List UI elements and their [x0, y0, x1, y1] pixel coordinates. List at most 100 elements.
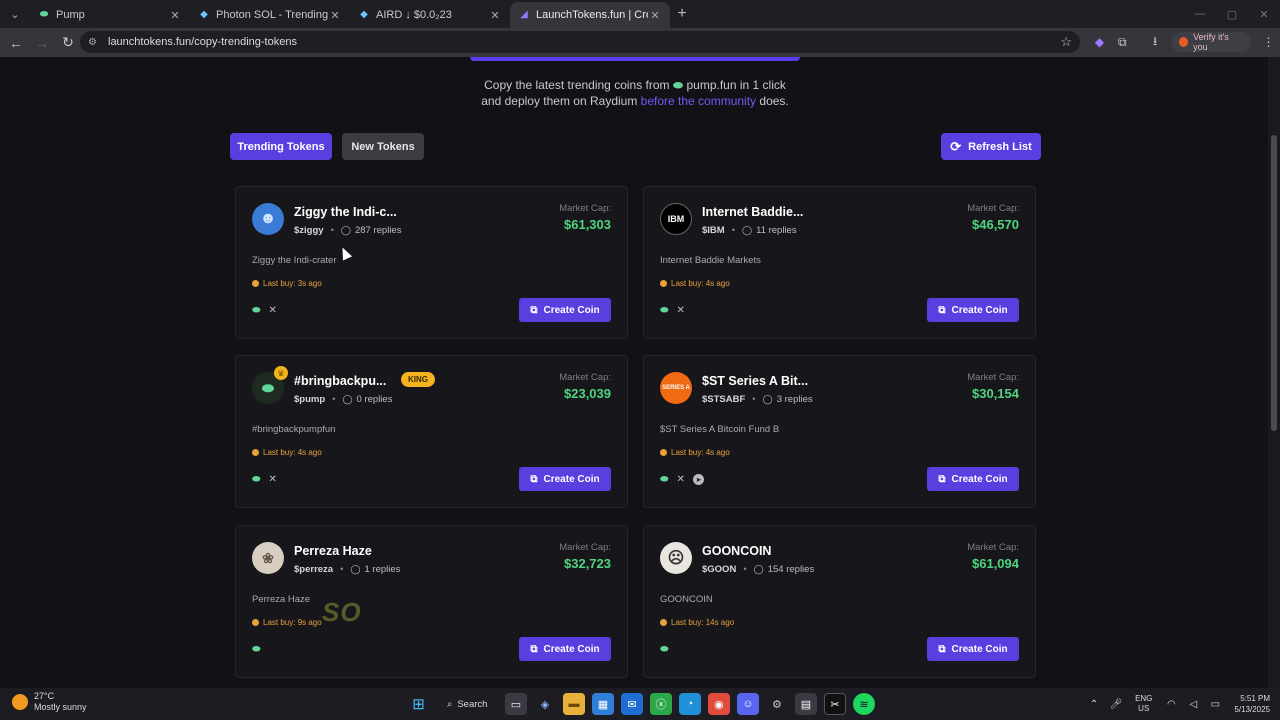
chrome-icon[interactable]: ◉ [707, 693, 730, 715]
social-links: ⬬ ✕ [660, 305, 693, 316]
create-coin-label: Create Coin [951, 304, 1008, 316]
pumpfun-link-icon[interactable]: ⬬ [660, 305, 669, 316]
create-coin-button[interactable]: ⧉ Create Coin [519, 298, 611, 322]
token-symbol: $STSABF [702, 394, 746, 405]
wifi-icon[interactable]: ◠ [1162, 699, 1180, 710]
copy-icon: ⧉ [938, 643, 946, 655]
close-tab-icon[interactable]: ✕ [168, 9, 182, 22]
telegram-icon[interactable]: ➤ [692, 474, 704, 485]
tab-title: LaunchTokens.fun | Create Sola [536, 9, 648, 21]
ibm-avatar: IBM [660, 203, 692, 235]
battery-icon[interactable]: ▭ [1206, 699, 1224, 710]
token-symbol: $perreza [294, 564, 334, 575]
extension-icon[interactable]: ◆ [1088, 31, 1111, 53]
subtitle-link[interactable]: before the community [641, 94, 756, 108]
token-name[interactable]: #bringbackpu... [294, 374, 386, 388]
settings-icon[interactable]: ⚙ [766, 693, 788, 715]
x-twitter-icon[interactable]: ✕ [677, 305, 685, 316]
system-clock[interactable]: 5:51 PM 5/13/2025 [1234, 693, 1270, 715]
extensions-puzzle-icon[interactable]: ⧉ [1111, 31, 1134, 53]
tab-search-menu-icon[interactable]: ⌄ [4, 4, 26, 24]
close-tab-icon[interactable]: ✕ [328, 9, 342, 22]
discord-icon[interactable]: ☺ [736, 693, 759, 715]
weather-widget[interactable]: 27°C Mostly sunny [12, 691, 87, 713]
create-coin-button[interactable]: ⧉ Create Coin [519, 637, 611, 661]
edge-icon[interactable]: ◔ [678, 693, 701, 715]
menu-kebab-icon[interactable]: ⋮ [1257, 31, 1280, 53]
subtitle-line-2: and deploy them on Raydium before the co… [0, 93, 1270, 109]
token-card[interactable]: SERIES A $ST Series A Bit... $STSABF • ◯ 3 re… [643, 355, 1036, 508]
address-bar[interactable]: ⚙ launchtokens.fun/copy-trending-tokens … [80, 31, 1080, 53]
token-card[interactable]: ☹ GOONCOIN $GOON • ◯ 154 replies GOONCOIN Last … [643, 525, 1036, 678]
browser-tab-aird[interactable]: ◆ AIRD ↓ $0.0₂23 ✕ [350, 2, 510, 28]
pumpfun-link-icon[interactable]: ⬬ [252, 474, 261, 485]
refresh-list-button[interactable]: ⟳ Refresh List [941, 133, 1041, 160]
close-tab-icon[interactable]: ✕ [648, 9, 662, 22]
token-name[interactable]: Internet Baddie... [702, 205, 803, 219]
copy-icon: ⧉ [530, 473, 538, 485]
reload-icon[interactable]: ↻ [56, 31, 80, 55]
taskbar-search[interactable]: ⌕ Search [437, 693, 497, 715]
back-icon[interactable]: ← [4, 31, 28, 55]
token-name[interactable]: GOONCOIN [702, 544, 771, 558]
clock-icon [252, 449, 259, 456]
forward-icon[interactable]: → [30, 31, 54, 55]
create-coin-label: Create Coin [951, 473, 1008, 485]
create-coin-button[interactable]: ⧉ Create Coin [927, 298, 1019, 322]
create-coin-button[interactable]: ⧉ Create Coin [927, 467, 1019, 491]
create-coin-button[interactable]: ⧉ Create Coin [927, 637, 1019, 661]
windows-taskbar: 27°C Mostly sunny ⊞ ⌕ Search ▭ ◈ ▬ ▦ ✉ ⓧ… [0, 688, 1280, 720]
site-info-icon[interactable]: ⚙ [88, 37, 102, 48]
token-meta: $STSABF • ◯ 3 replies [702, 394, 813, 405]
chevron-up-icon[interactable]: ⌃ [1085, 699, 1103, 710]
pumpfun-link-icon[interactable]: ⬬ [660, 644, 669, 655]
token-name[interactable]: Ziggy the Indi-c... [294, 205, 397, 219]
capcut-icon[interactable]: ✂ [823, 693, 846, 715]
market-cap-label: Market Cap: [559, 372, 611, 383]
comment-icon: ◯ [762, 394, 773, 404]
maximize-icon[interactable]: ▢ [1216, 0, 1248, 28]
language-indicator[interactable]: ENG US [1135, 694, 1152, 714]
create-coin-button[interactable]: ⧉ Create Coin [519, 467, 611, 491]
subtitle-text: pump.fun in 1 click [686, 78, 786, 92]
browser-tab-photon[interactable]: ◆ Photon SOL - Trending ✕ [190, 2, 350, 28]
page-scrollbar[interactable] [1268, 57, 1280, 688]
token-name[interactable]: $ST Series A Bit... [702, 374, 808, 388]
x-twitter-icon[interactable]: ✕ [269, 474, 277, 485]
file-explorer-icon[interactable]: ▬ [562, 693, 585, 715]
new-tab-icon[interactable]: + [670, 2, 694, 26]
microphone-icon[interactable]: 🎤︎ [1107, 699, 1125, 710]
close-tab-icon[interactable]: ✕ [488, 9, 502, 22]
close-window-icon[interactable]: ✕ [1248, 0, 1280, 28]
token-card[interactable]: ☻ Ziggy the Indi-c... $ziggy • ◯ 287 replies Z… [235, 186, 628, 339]
profile-verify-button[interactable]: Verify it's you [1170, 32, 1252, 52]
tab-new-tokens[interactable]: New Tokens [342, 133, 424, 160]
xbox-icon[interactable]: ⓧ [649, 693, 672, 715]
calculator-icon[interactable]: ▤ [794, 693, 817, 715]
bookmark-star-icon[interactable]: ☆ [1060, 34, 1072, 50]
minimize-icon[interactable]: — [1184, 0, 1216, 28]
volume-icon[interactable]: ◁ [1184, 699, 1202, 710]
token-replies: 154 replies [767, 564, 815, 575]
copilot-icon[interactable]: ◈ [534, 693, 556, 715]
task-view-icon[interactable]: ▭ [504, 693, 527, 715]
store-icon[interactable]: ▦ [591, 693, 614, 715]
pumpfun-link-icon[interactable]: ⬬ [660, 474, 669, 485]
browser-tab-pump[interactable]: ⬬ Pump ✕ [30, 2, 190, 28]
pumpfun-link-icon[interactable]: ⬬ [252, 305, 261, 316]
x-twitter-icon[interactable]: ✕ [269, 305, 277, 316]
browser-tab-launchtokens[interactable]: ◢ LaunchTokens.fun | Create Sola ✕ [510, 2, 670, 28]
pumpfun-link-icon[interactable]: ⬬ [252, 644, 261, 655]
windows-start-icon[interactable]: ⊞ [408, 693, 430, 715]
token-name[interactable]: Perreza Haze [294, 544, 372, 558]
token-card[interactable]: ❀ Perreza Haze $perreza • ◯ 1 replies Perreza … [235, 525, 628, 678]
x-twitter-icon[interactable]: ✕ [677, 474, 685, 485]
mail-icon[interactable]: ✉ [620, 693, 643, 715]
token-card[interactable]: IBM Internet Baddie... $IBM • ◯ 11 replies Int… [643, 186, 1036, 339]
scrollbar-thumb[interactable] [1271, 135, 1277, 431]
download-icon[interactable]: ⭳ [1144, 31, 1167, 53]
token-card[interactable]: ⬬ ♛ #bringbackpu... KING $pump • ◯ 0 replies #br… [235, 355, 628, 508]
tab-trending-tokens[interactable]: Trending Tokens [230, 133, 332, 160]
spotify-icon[interactable]: ≋ [852, 693, 875, 715]
last-buy: Last buy: 3s ago [252, 279, 322, 288]
